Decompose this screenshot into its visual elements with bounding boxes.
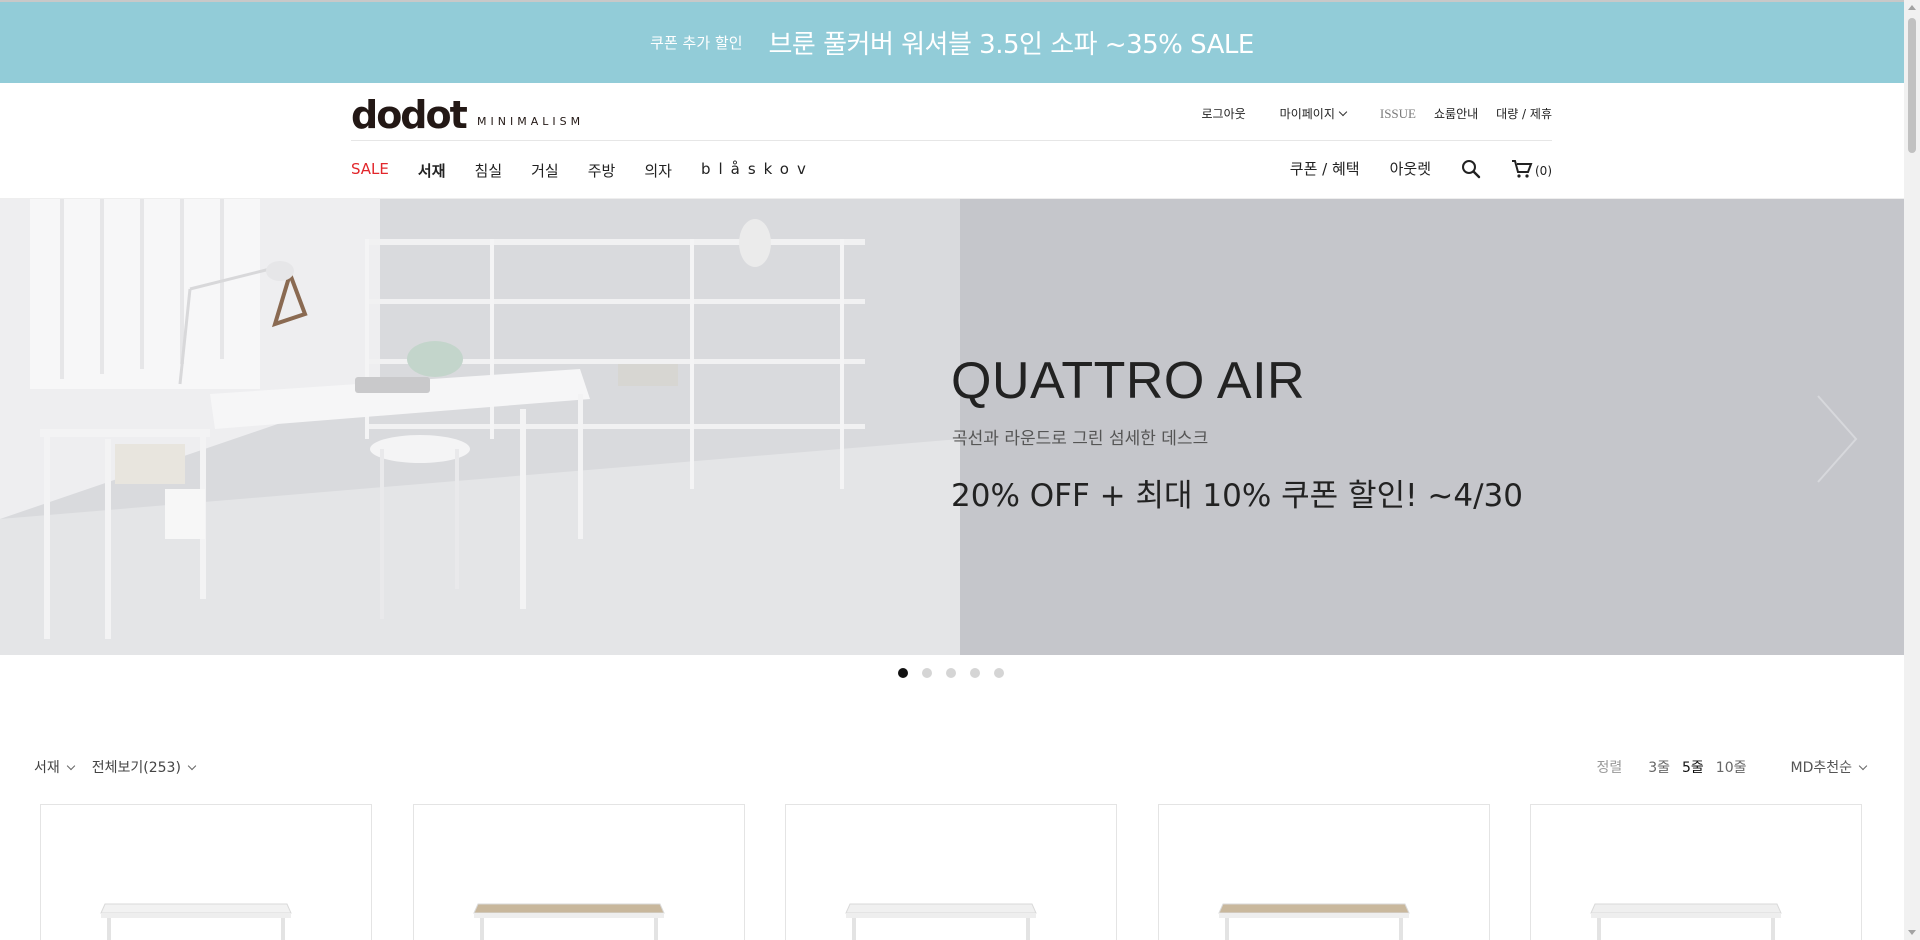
subcategory-select[interactable]: 전체보기(253) — [91, 757, 197, 777]
nav-bedroom[interactable]: 침실 — [475, 160, 503, 181]
search-button[interactable] — [1461, 159, 1481, 179]
hero-banner[interactable]: QUATTRO AIR 곡선과 라운드로 그린 섬세한 데스크 20% OFF … — [0, 199, 1904, 655]
slider-dot[interactable] — [970, 668, 980, 678]
hero-title: QUATTRO AIR — [951, 352, 1306, 410]
nav-study[interactable]: 서재 — [418, 160, 446, 181]
slider-dot[interactable] — [994, 668, 1004, 678]
nav-sale[interactable]: SALE — [351, 160, 389, 181]
issue-link[interactable]: ISSUE — [1380, 105, 1416, 122]
promo-coupon-text: 쿠폰 추가 할인 — [650, 34, 743, 52]
site-header: dodot MINIMALISM 로그아웃 마이페이지 ISSUE 쇼룸안내 대… — [0, 83, 1904, 199]
order-label: MD추천순 — [1790, 760, 1853, 776]
nav-blaskov[interactable]: blåskov — [701, 160, 814, 181]
product-card[interactable] — [40, 804, 372, 940]
sort-controls: 정렬 3줄 5줄 10줄 MD추천순 — [1596, 757, 1868, 777]
chevron-down-icon — [187, 761, 197, 770]
rows-10-option[interactable]: 10줄 — [1716, 757, 1747, 777]
product-image — [473, 903, 665, 940]
promo-banner[interactable]: 쿠폰 추가 할인 브룬 풀커버 워셔블 3.5인 소파 ~35% SALE — [0, 2, 1904, 83]
cart-count: (0) — [1535, 163, 1552, 178]
header-divider — [351, 140, 1552, 141]
cart-button[interactable]: (0) — [1511, 159, 1552, 179]
nav-living[interactable]: 거실 — [531, 160, 559, 181]
slider-dot[interactable] — [922, 668, 932, 678]
category-label: 서재 — [34, 760, 60, 776]
outlet-link[interactable]: 아웃렛 — [1390, 158, 1431, 179]
slider-dot[interactable] — [946, 668, 956, 678]
category-filters: 서재 전체보기(253) — [34, 757, 213, 777]
hero-next-arrow-icon[interactable] — [1812, 394, 1862, 484]
rows-5-option[interactable]: 5줄 — [1682, 757, 1704, 777]
logout-link[interactable]: 로그아웃 — [1201, 105, 1245, 122]
search-icon — [1462, 159, 1481, 178]
mypage-label: 마이페이지 — [1279, 107, 1335, 121]
product-image — [1218, 903, 1410, 940]
category-select[interactable]: 서재 — [34, 757, 76, 777]
utility-menu: 로그아웃 마이페이지 ISSUE 쇼룸안내 대량 / 제휴 — [1167, 105, 1552, 122]
nav-chair[interactable]: 의자 — [644, 160, 672, 181]
sort-label: 정렬 — [1596, 760, 1623, 776]
promo-headline: 브룬 풀커버 워셔블 3.5인 소파 ~35% SALE — [768, 30, 1255, 60]
chevron-down-icon — [1858, 761, 1868, 770]
chevron-down-icon — [66, 761, 76, 770]
mypage-link[interactable]: 마이페이지 — [1279, 105, 1348, 122]
scroll-thumb[interactable] — [1908, 18, 1916, 153]
product-image — [100, 903, 292, 940]
rows-3-option[interactable]: 3줄 — [1648, 757, 1670, 777]
cart-icon — [1512, 159, 1533, 178]
scroll-up-arrow-icon[interactable] — [1908, 5, 1916, 10]
scrollbar[interactable] — [1904, 0, 1920, 940]
product-card[interactable] — [413, 804, 745, 940]
order-select[interactable]: MD추천순 — [1790, 757, 1868, 777]
product-card[interactable] — [1158, 804, 1490, 940]
logo[interactable]: dodot — [351, 93, 468, 137]
chevron-down-icon — [1338, 107, 1348, 117]
hero-offer: 20% OFF + 최대 10% 쿠폰 할인! ~4/30 — [951, 478, 1523, 514]
view-all-label: 전체보기(253) — [91, 760, 181, 776]
page: 쿠폰 추가 할인 브룬 풀커버 워셔블 3.5인 소파 ~35% SALE do… — [0, 0, 1920, 940]
main-nav: SALE 서재 침실 거실 주방 의자 blåskov — [351, 160, 843, 181]
hero-subtitle: 곡선과 라운드로 그린 섬세한 데스크 — [952, 429, 1209, 449]
scroll-down-arrow-icon[interactable] — [1908, 930, 1916, 935]
logo-subtitle: MINIMALISM — [477, 115, 585, 128]
slider-dots — [898, 668, 1004, 678]
product-image — [845, 903, 1037, 940]
showroom-link[interactable]: 쇼룸안내 — [1434, 105, 1478, 122]
bulk-partner-link[interactable]: 대량 / 제휴 — [1496, 105, 1552, 122]
product-card[interactable] — [1530, 804, 1862, 940]
product-image — [1590, 903, 1782, 940]
slider-dot[interactable] — [898, 668, 908, 678]
nav-kitchen[interactable]: 주방 — [588, 160, 616, 181]
hero-image — [0, 199, 960, 655]
right-nav: 쿠폰 / 혜택 아웃렛 (0) — [1260, 158, 1552, 179]
product-card[interactable] — [785, 804, 1117, 940]
coupon-benefit-link[interactable]: 쿠폰 / 혜택 — [1290, 158, 1360, 179]
